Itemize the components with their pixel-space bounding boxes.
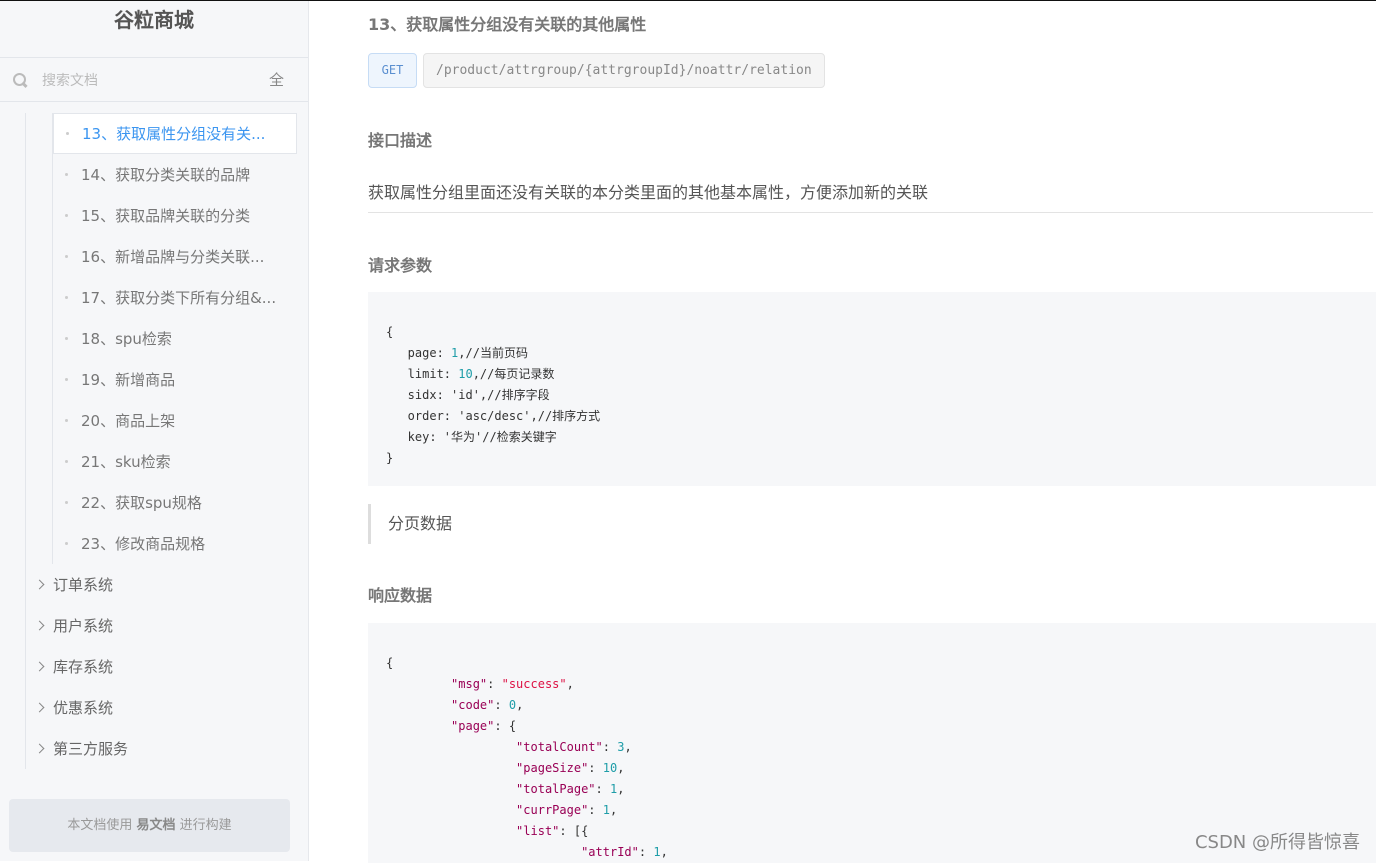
bullet-icon: [65, 460, 68, 463]
bullet-icon: [65, 296, 68, 299]
bullet-icon: [65, 378, 68, 381]
sidebar-group[interactable]: 订单系统: [26, 564, 308, 605]
sidebar-item[interactable]: 19、新增商品: [53, 359, 308, 400]
chevron-right-icon: [34, 620, 45, 631]
bullet-icon: [65, 214, 68, 217]
bullet-icon: [65, 337, 68, 340]
response-heading: 响应数据: [368, 586, 433, 605]
description: 获取属性分组里面还没有关联的本分类里面的其他基本属性，方便添加新的关联: [368, 179, 1373, 213]
sidebar-item[interactable]: 23、修改商品规格: [53, 523, 308, 564]
code-line: key: '华为'//检索关键字: [386, 430, 557, 444]
sidebar-item[interactable]: 15、获取品牌关联的分类: [53, 195, 308, 236]
search-bar[interactable]: 搜索文档 全: [0, 58, 308, 102]
sidebar-item[interactable]: 20、商品上架: [53, 400, 308, 441]
code-line: "page": {: [451, 719, 517, 733]
params-heading: 请求参数: [368, 256, 433, 275]
sidebar-group[interactable]: 库存系统: [26, 646, 308, 687]
sidebar-item[interactable]: 17、获取分类下所有分组&...: [53, 277, 308, 318]
code-line: {: [386, 325, 394, 339]
sidebar-item[interactable]: 16、新增品牌与分类关联...: [53, 236, 308, 277]
page-title: 13、获取属性分组没有关联的其他属性: [368, 15, 647, 34]
response-code-block: { "msg": "success", "code": 0, "page": {…: [368, 623, 1376, 863]
code-line: }: [386, 451, 394, 465]
sidebar-item[interactable]: 14、获取分类关联的品牌: [53, 154, 308, 195]
bullet-icon: [65, 255, 68, 258]
sidebar-item[interactable]: 22、获取spu规格: [53, 482, 308, 523]
sidebar-item[interactable]: 13、获取属性分组没有关...: [53, 113, 297, 154]
bullet-icon: [66, 132, 69, 135]
chevron-right-icon: [34, 702, 45, 713]
sidebar-item[interactable]: 18、spu检索: [53, 318, 308, 359]
code-line: "totalPage": 1,: [516, 782, 625, 796]
expand-all-button[interactable]: 全: [269, 69, 284, 90]
footer-note: 本文档使用 易文档 进行构建: [9, 799, 290, 852]
api-endpoint: GET /product/attrgroup/{attrgroupId}/noa…: [368, 53, 825, 88]
search-input[interactable]: 搜索文档: [42, 70, 98, 90]
bullet-icon: [65, 173, 68, 176]
sidebar-group[interactable]: 用户系统: [26, 605, 308, 646]
code-line: limit: 10,//每页记录数: [386, 367, 555, 381]
code-line: order: 'asc/desc',//排序方式: [386, 409, 601, 423]
sidebar: 谷粒商城 搜索文档 全 13、获取属性分组没有关... 14、获取分类关联的品牌 1…: [0, 1, 309, 861]
code-line: "currPage": 1,: [516, 803, 618, 817]
blockquote: 分页数据: [368, 504, 452, 544]
params-code-block: { page: 1,//当前页码 limit: 10,//每页记录数 sidx:…: [368, 292, 1376, 486]
search-icon: [12, 72, 28, 88]
bullet-icon: [65, 501, 68, 504]
sidebar-group[interactable]: 优惠系统: [26, 687, 308, 728]
content: 13、获取属性分组没有关联的其他属性 GET /product/attrgrou…: [368, 1, 1376, 863]
method-badge: GET: [368, 53, 417, 88]
chevron-right-icon: [34, 743, 45, 754]
desc-heading: 接口描述: [368, 131, 433, 150]
code-line: "pageSize": 10,: [516, 761, 625, 775]
endpoint-path: /product/attrgroup/{attrgroupId}/noattr/…: [423, 53, 825, 88]
code-line: page: 1,//当前页码: [386, 346, 528, 360]
code-line: sidx: 'id',//排序字段: [386, 388, 550, 402]
code-line: "totalCount": 3,: [516, 740, 632, 754]
code-line: "msg": "success",: [451, 677, 574, 691]
footer-brand-link[interactable]: 易文档: [136, 818, 175, 833]
code-line: {: [386, 656, 394, 670]
bullet-icon: [65, 419, 68, 422]
sidebar-item[interactable]: 21、sku检索: [53, 441, 308, 482]
chevron-right-icon: [34, 579, 45, 590]
code-line: "code": 0,: [451, 698, 524, 712]
watermark: CSDN @所得皆惊喜: [1194, 832, 1360, 853]
chevron-right-icon: [34, 661, 45, 672]
sidebar-group[interactable]: 第三方服务: [26, 728, 308, 769]
site-title: 谷粒商城: [0, 1, 308, 58]
bullet-icon: [65, 542, 68, 545]
